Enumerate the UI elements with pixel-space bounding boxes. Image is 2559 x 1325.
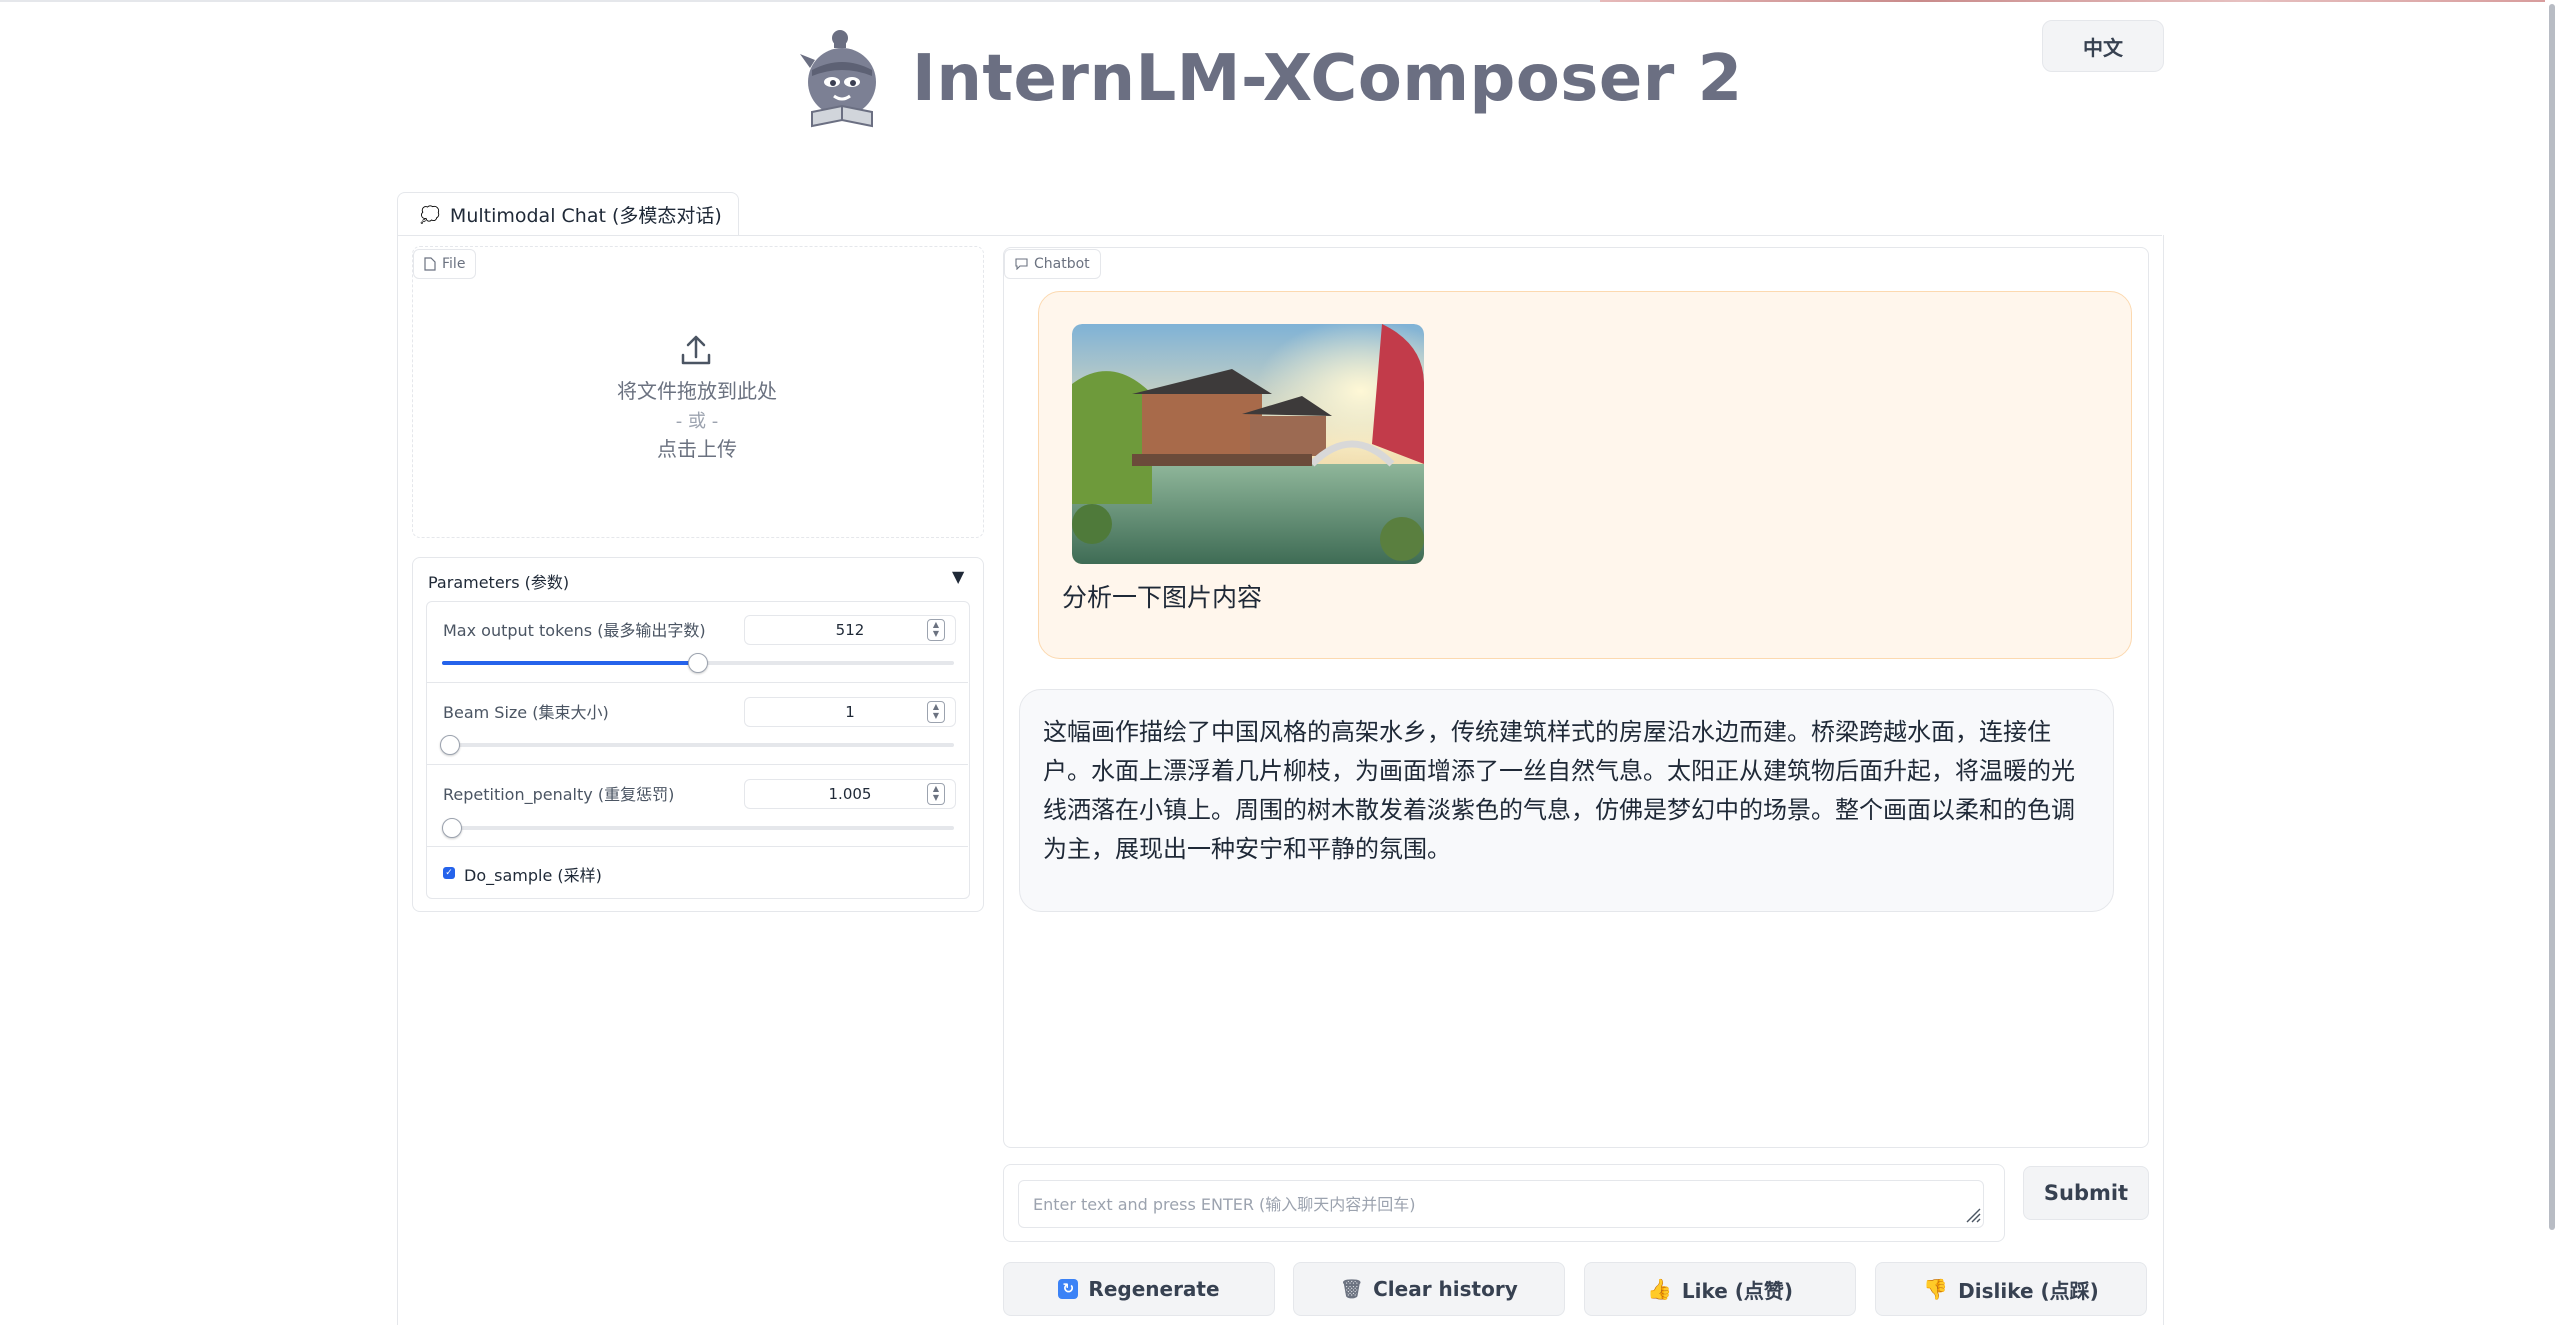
scrollbar-thumb[interactable] [2549,4,2555,1230]
tab-multimodal-chat[interactable]: 💭 Multimodal Chat (多模态对话) [397,192,739,236]
clear-history-button[interactable]: 🗑 Clear history [1293,1262,1565,1316]
chat-icon [1015,258,1028,270]
slider-handle[interactable] [688,653,708,673]
divider [426,682,968,683]
user-message-text: 分析一下图片内容 [1062,583,1263,612]
resize-grip-icon[interactable] [1963,1205,1981,1223]
chat-bubble-icon: 💭 [420,205,440,224]
logo-icon [800,30,876,128]
do-sample-label[interactable]: Do_sample (采样) [464,862,602,886]
spinner-icon[interactable]: ▲ ▼ [927,701,945,723]
repetition-penalty-label: Repetition_penalty (重复惩罚) [443,785,675,804]
language-button[interactable]: 中文 [2042,20,2164,72]
upload-drop-text: 将文件拖放到此处 [617,379,777,403]
max-tokens-label: Max output tokens (最多输出字数) [443,621,706,640]
divider [426,846,968,847]
beam-size-input[interactable]: 1 ▲ ▼ [744,697,956,727]
spinner-icon[interactable]: ▲ ▼ [927,619,945,641]
slider-handle[interactable] [440,735,460,755]
like-button[interactable]: 👍 Like (点赞) [1584,1262,1856,1316]
spinner-icon[interactable]: ▲ ▼ [927,783,945,805]
beam-size-label: Beam Size (集束大小) [443,703,609,722]
scrollbar[interactable] [2545,0,2559,1320]
collapse-arrow-icon[interactable]: ▼ [952,567,964,586]
slider-handle[interactable] [442,818,462,838]
do-sample-checkbox[interactable]: ✓ [443,867,455,879]
upload-or-text: - 或 - [675,411,719,432]
chat-input[interactable] [1018,1180,1984,1228]
refresh-icon: ↻ [1058,1279,1079,1299]
trash-icon: 🗑 [1340,1278,1364,1300]
uploaded-image[interactable] [1072,324,1424,564]
beam-size-slider[interactable] [440,735,954,755]
tab-label: Multimodal Chat (多模态对话) [449,205,722,227]
parameters-title[interactable]: Parameters (参数) [428,569,569,593]
thumbs-up-icon: 👍 [1646,1277,1672,1301]
repetition-penalty-slider[interactable] [442,818,954,838]
max-tokens-input[interactable]: 512 ▲ ▼ [744,615,956,645]
repetition-penalty-input[interactable]: 1.005 ▲ ▼ [744,779,956,809]
file-label: File [413,249,477,279]
app-title: InternLM-XComposer 2 [912,42,1743,116]
bot-message-text: 这幅画作描绘了中国风格的高架水乡，传统建筑样式的房屋沿水边而建。桥梁跨越水面，连… [1043,718,2075,863]
chatbot-label: Chatbot [1004,249,1101,279]
parameters-group [426,601,970,899]
regenerate-button[interactable]: ↻ Regenerate [1003,1262,1275,1316]
upload-icon [681,335,711,365]
max-tokens-slider[interactable] [442,653,954,673]
dislike-button[interactable]: 👎 Dislike (点踩) [1875,1262,2147,1316]
file-icon [424,257,436,271]
upload-click-text[interactable]: 点击上传 [412,433,982,462]
submit-button[interactable]: Submit [2023,1166,2149,1220]
top-border [0,0,2559,2]
thumbs-down-icon: 👎 [1923,1277,1949,1301]
app-header: InternLM-XComposer 2 [790,24,1743,134]
divider [426,764,968,765]
